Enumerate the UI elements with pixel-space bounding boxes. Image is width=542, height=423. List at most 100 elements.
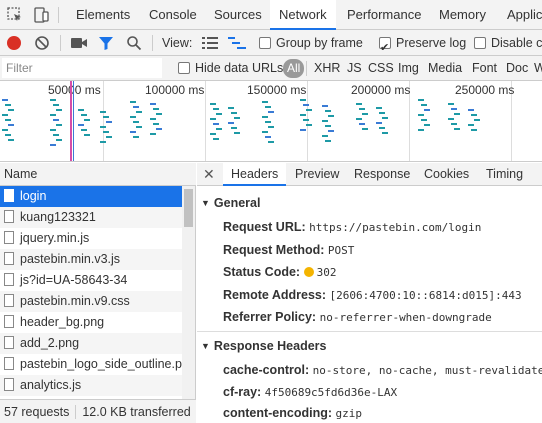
filter-type-css[interactable]: CSS [368,56,394,81]
waterfall-mark [210,133,216,135]
request-row[interactable]: kuang123321 [0,207,182,228]
checkbox-checked-icon [379,35,391,61]
waterfall-mark [103,116,109,118]
waterfall-mark [53,119,59,121]
waterfall-mark [306,109,312,111]
header-value: https://pastebin.com/login [309,221,482,234]
waterfall-mark [210,103,216,105]
tab-timing[interactable]: Timing [478,163,531,186]
filter-type-media[interactable]: Media [428,56,462,81]
hide-data-urls-checkbox[interactable]: Hide data URLs [178,56,283,81]
request-row[interactable]: add_2.png [0,333,182,354]
tab-elements[interactable]: Elements [67,0,139,30]
waterfall-mark [322,105,328,107]
waterfall-mark [356,103,362,105]
waterfall-mark [216,113,222,115]
tab-application[interactable]: Applic [498,0,542,30]
general-section-header[interactable]: ▼ General [201,196,260,210]
request-row[interactable]: login [0,186,182,207]
request-count: 57 requests [4,405,70,419]
clear-icon[interactable] [34,35,50,54]
tab-response[interactable]: Response [346,163,418,186]
tab-preview[interactable]: Preview [287,163,347,186]
tab-cookies[interactable]: Cookies [416,163,477,186]
tab-memory[interactable]: Memory [430,0,495,30]
waterfall-mark [424,124,430,126]
filter-type-js[interactable]: JS [347,56,362,81]
waterfall-mark [421,119,427,121]
filter-type-font[interactable]: Font [472,56,497,81]
waterfall-mark [5,104,11,106]
waterfall-mark [133,106,139,108]
tab-headers[interactable]: Headers [223,163,287,186]
expand-triangle-icon: ▼ [201,341,210,351]
filter-icon[interactable] [98,36,114,54]
inspect-element-icon[interactable] [6,6,24,24]
waterfall-mark [379,112,385,114]
details-tab-bar: ✕ Headers Preview Response Cookies Timin… [197,163,542,186]
filter-type-doc[interactable]: Doc [506,56,528,81]
record-icon[interactable] [7,36,21,50]
large-rows-icon[interactable] [202,37,218,52]
filter-type-xhr[interactable]: XHR [314,56,340,81]
waterfall-mark [100,111,106,113]
waterfall-mark [156,128,162,130]
network-toolbar: View: Group by frame Preserve log Disabl… [0,30,542,61]
tab-network[interactable]: Network [270,0,336,30]
close-details-icon[interactable]: ✕ [203,163,215,186]
waterfall-mark [268,126,274,128]
filter-type-img[interactable]: Img [398,56,419,81]
request-row[interactable]: js?id=UA-58643-34 [0,270,182,291]
device-toolbar-icon[interactable] [32,6,50,24]
hide-data-urls-label: Hide data URLs [195,61,284,75]
request-row[interactable]: pastebin.min.v9.css [0,291,182,312]
waterfall-mark [448,103,454,105]
search-icon[interactable] [126,35,142,54]
request-row[interactable]: header_bg.png [0,312,182,333]
file-icon [4,336,14,349]
request-row[interactable]: jquery.min.js [0,228,182,249]
waterfall-mark [262,101,268,103]
divider [152,35,153,51]
tab-performance[interactable]: Performance [338,0,430,30]
header-row: Status Code: 302 [223,265,336,279]
waterfall-mark [234,117,240,119]
scrollbar-thumb[interactable] [184,189,193,227]
filter-bar: Hide data URLs All XHR JS CSS Img Media … [0,56,542,81]
waterfall-view-icon[interactable] [228,37,246,52]
filter-type-all[interactable]: All [283,59,305,78]
waterfall-mark [454,128,460,130]
file-icon [4,294,14,307]
filter-input[interactable] [2,58,162,78]
waterfall-mark [418,129,424,131]
waterfall-mark [328,130,334,132]
file-icon [4,231,14,244]
request-row[interactable]: pastebin.min.v3.js [0,249,182,270]
filter-type-ws[interactable]: W [534,56,542,81]
waterfall-mark [56,109,62,111]
header-row: Request Method: POST [223,243,354,257]
waterfall-mark [81,129,87,131]
screenshot-video-icon[interactable] [70,36,88,53]
waterfall-mark [265,121,271,123]
response-headers-section-header[interactable]: ▼ Response Headers [201,339,326,353]
request-name: login [20,189,47,203]
waterfall-mark [325,140,331,142]
tab-sources[interactable]: Sources [205,0,271,30]
request-row[interactable]: analytics.js [0,375,182,396]
request-name: pastebin.min.v3.js [20,252,121,266]
transferred-size: 12.0 KB transferred [82,405,191,419]
network-overview-timeline[interactable]: 50000 ms 100000 ms 150000 ms 200000 ms 2… [0,81,542,162]
waterfall-mark [2,129,8,131]
waterfall-mark [376,107,382,109]
tab-console[interactable]: Console [140,0,206,30]
group-by-frame-checkbox[interactable]: Group by frame [259,30,363,56]
disable-cache-checkbox[interactable]: Disable ca [474,30,542,56]
name-column-header[interactable]: Name [0,163,196,186]
waterfall-mark [231,112,237,114]
divider [306,61,307,76]
request-name: kuang123321 [20,210,96,224]
request-row[interactable]: pastebin_logo_side_outline.pn [0,354,182,375]
group-by-frame-label: Group by frame [276,36,363,50]
preserve-log-checkbox[interactable]: Preserve log [379,30,466,61]
